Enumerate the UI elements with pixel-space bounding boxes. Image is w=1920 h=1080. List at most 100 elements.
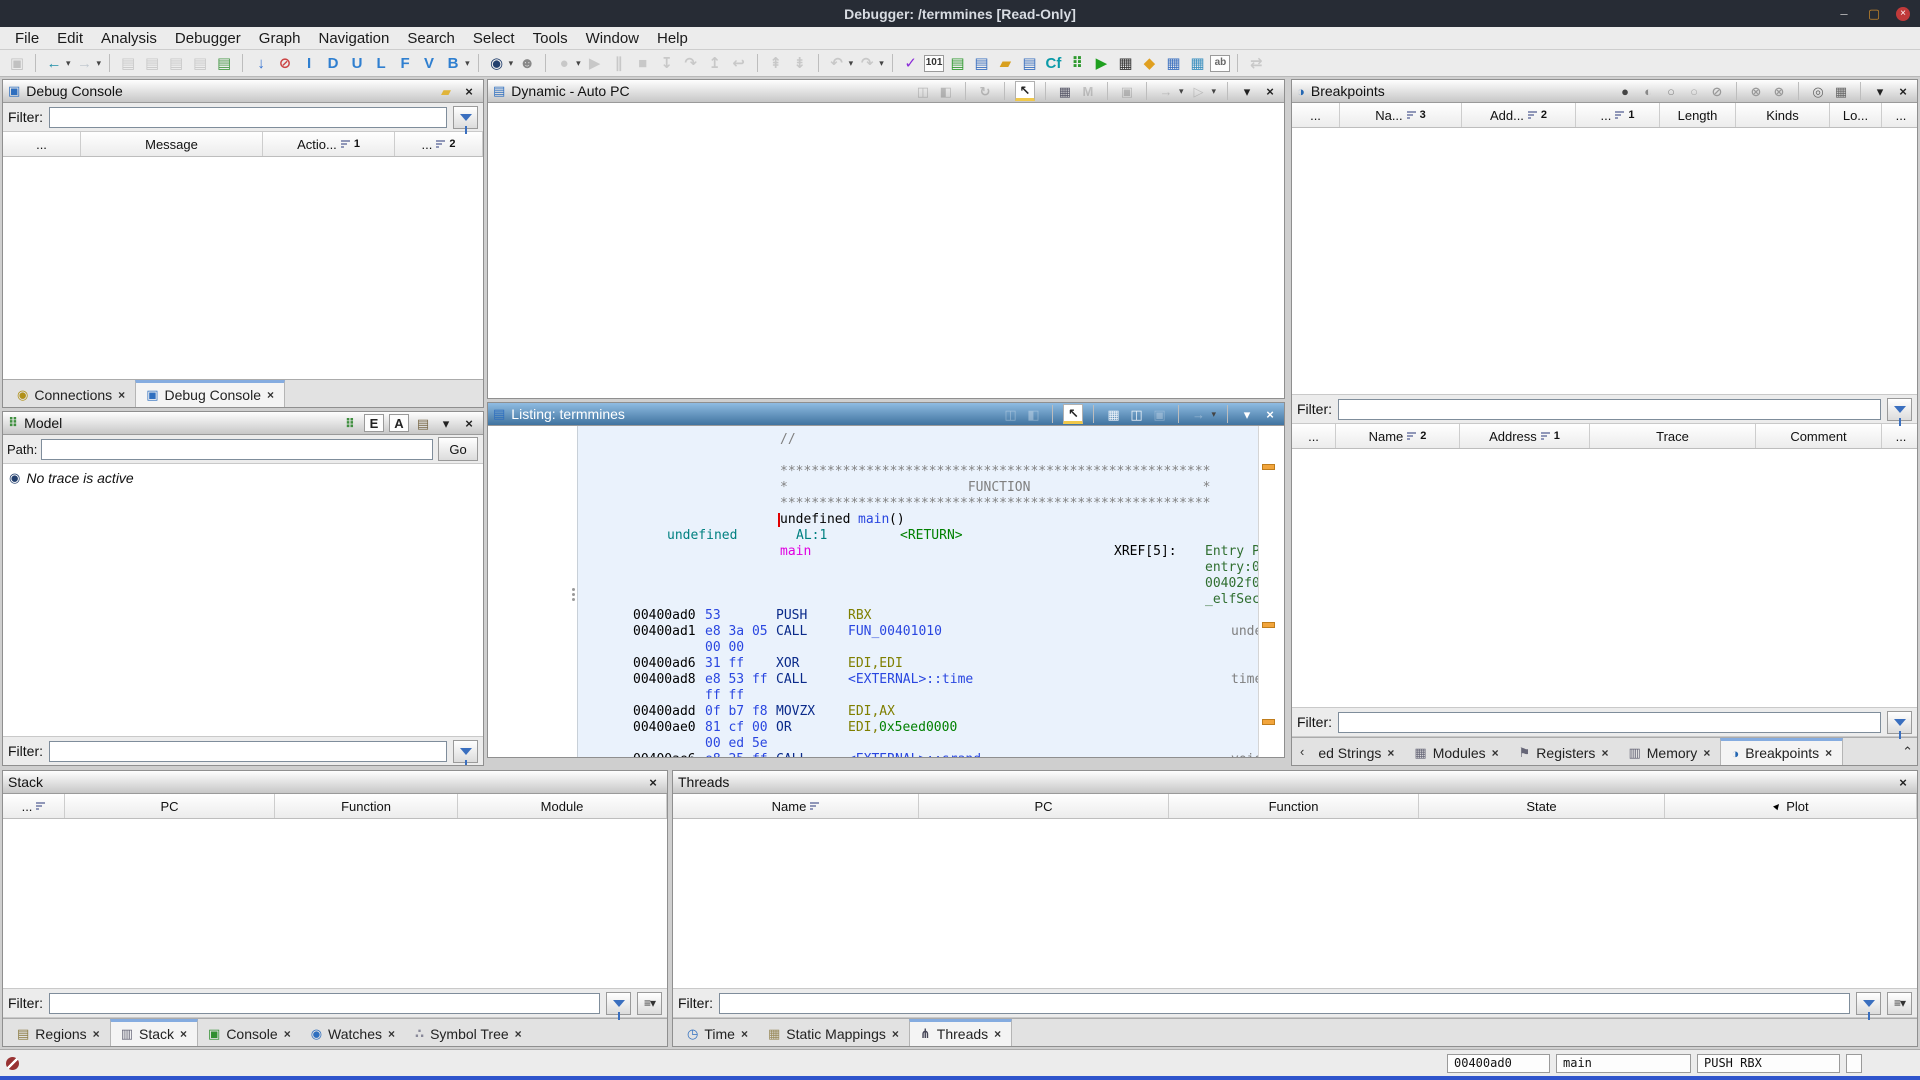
disable-breakpoint-icon[interactable]: ○ bbox=[1662, 83, 1680, 99]
listing-line[interactable]: _elfSec bbox=[578, 592, 1260, 608]
breakpoints-header[interactable]: ◑ Breakpoints ● ◐ ○ ○ ⊘ ⊗ ⊗ ◎ ▦ ▾ × bbox=[1292, 80, 1917, 103]
breakpoint-locations-table-body[interactable] bbox=[1292, 449, 1917, 707]
step-into-icon[interactable]: ↧ bbox=[656, 53, 678, 73]
tab-close-icon[interactable]: × bbox=[1703, 746, 1710, 760]
tab-connections[interactable]: ◉ Connections × bbox=[7, 380, 135, 407]
show-elements-icon[interactable]: E bbox=[364, 414, 384, 432]
tab-close-icon[interactable]: × bbox=[1492, 746, 1499, 760]
show-attributes-icon[interactable]: A bbox=[389, 414, 409, 432]
menu-search[interactable]: Search bbox=[398, 28, 464, 49]
column-header-lo[interactable]: Lo... bbox=[1830, 103, 1882, 127]
table-view-icon[interactable]: ▦ bbox=[1162, 53, 1184, 73]
listing-line[interactable]: 00400ad6 31 ff XOR EDI,EDI bbox=[578, 656, 1258, 672]
track-cursor-icon[interactable]: ↖ bbox=[1014, 81, 1035, 101]
debugger-launch-dropdown-icon[interactable]: ▾ bbox=[509, 58, 514, 69]
column-header-message[interactable]: Message bbox=[81, 132, 263, 156]
tab-scroll-left-button[interactable]: ‹ bbox=[1296, 738, 1308, 765]
listing-header[interactable]: ▤ Listing: termmines ◫ ◧ ↖ ▦ ◫ ▣ → ▾ ▾ × bbox=[488, 403, 1284, 426]
column-header-name[interactable]: Name bbox=[673, 794, 919, 818]
column-header-kinds[interactable]: Kinds bbox=[1736, 103, 1830, 127]
dynamic-header[interactable]: ▤ Dynamic - Auto PC ◫ ◧ ↻ ↖ ▦ M ▣ → ▾ ▷ ▾ ▾ × bbox=[488, 80, 1284, 103]
column-header-function[interactable]: Function bbox=[1169, 794, 1419, 818]
undo-dropdown-icon[interactable]: ▾ bbox=[849, 58, 854, 69]
tab-close-icon[interactable]: × bbox=[118, 388, 125, 402]
panel-close-icon[interactable]: × bbox=[1894, 774, 1912, 790]
listing-line[interactable]: ff ff bbox=[578, 688, 1258, 704]
menu-file[interactable]: File bbox=[6, 28, 48, 49]
tab-breakpoints[interactable]: ◑ Breakpoints × bbox=[1720, 738, 1844, 765]
goto-icon[interactable]: → bbox=[1189, 406, 1207, 422]
copy-icon[interactable]: ◫ bbox=[914, 83, 932, 99]
interrupt-icon[interactable]: ∥ bbox=[608, 53, 630, 73]
nav-forward-dropdown-icon[interactable]: ▾ bbox=[97, 58, 102, 69]
column-header-module[interactable]: Module bbox=[458, 794, 667, 818]
listing-line[interactable]: 00 ed 5e bbox=[578, 736, 1258, 752]
tab-threads[interactable]: ⋔ Threads × bbox=[908, 1019, 1013, 1046]
refresh-icon[interactable]: ↻ bbox=[976, 83, 994, 99]
tab-console[interactable]: ▣ Console × bbox=[198, 1019, 301, 1046]
listing-line[interactable]: undefined main() bbox=[578, 512, 1258, 528]
menu-debugger[interactable]: Debugger bbox=[166, 28, 250, 49]
go-button[interactable]: Go bbox=[438, 437, 478, 461]
swap-views-icon[interactable]: ⇄ bbox=[1245, 53, 1267, 73]
clipboard-icon[interactable]: ▤ bbox=[414, 415, 432, 431]
string-view-icon[interactable]: ab bbox=[1210, 54, 1231, 72]
tab-ed-strings[interactable]: ed Strings × bbox=[1308, 738, 1404, 765]
menu-tools[interactable]: Tools bbox=[524, 28, 577, 49]
undo-icon[interactable]: ↶ bbox=[826, 53, 848, 73]
tab-debug-console[interactable]: ▣ Debug Console × bbox=[135, 380, 286, 407]
pin-down-icon[interactable]: ↓ bbox=[250, 53, 272, 73]
nav-back-icon[interactable]: ← bbox=[43, 53, 65, 73]
filter-options-button[interactable] bbox=[453, 105, 478, 134]
column-header-actio[interactable]: Actio... 1 bbox=[263, 132, 395, 156]
program-3-icon[interactable]: ▤ bbox=[165, 53, 187, 73]
column-header-address[interactable]: Address 1 bbox=[1460, 424, 1590, 448]
tab-time[interactable]: ◷ Time × bbox=[677, 1019, 758, 1046]
symbol-table-icon[interactable]: ▤ bbox=[1018, 53, 1040, 73]
listing-line[interactable]: * FUNCTION * bbox=[578, 480, 1258, 496]
tab-close-icon[interactable]: × bbox=[93, 1027, 100, 1041]
panel-menu-icon[interactable]: ▾ bbox=[437, 415, 455, 431]
table-settings-button[interactable]: ≡▾ bbox=[637, 991, 662, 1015]
threads-filter-input[interactable] bbox=[719, 992, 1850, 1014]
goto-dropdown-icon[interactable]: ▾ bbox=[1211, 409, 1216, 420]
tab-close-icon[interactable]: × bbox=[892, 1027, 899, 1041]
filter-options-button[interactable] bbox=[453, 739, 478, 765]
model-header[interactable]: ⠿ Model ⠿ E A ▤ ▾ × bbox=[3, 412, 483, 435]
resume-icon[interactable]: ▶ bbox=[584, 53, 606, 73]
column-header-add[interactable]: Add... 2 bbox=[1462, 103, 1576, 127]
breakpoints-table-body[interactable] bbox=[1292, 128, 1917, 394]
disable-icon[interactable]: ⊘ bbox=[274, 53, 296, 73]
markup-d-icon[interactable]: D bbox=[322, 53, 344, 73]
save-icon[interactable]: ▣ bbox=[6, 53, 28, 73]
nav-forward-icon[interactable]: → bbox=[74, 53, 96, 73]
listing-line[interactable]: ****************************************… bbox=[578, 496, 1258, 512]
copy-icon[interactable]: ◫ bbox=[1001, 406, 1019, 422]
filter-options-button[interactable] bbox=[1887, 397, 1912, 426]
tab-close-icon[interactable]: × bbox=[180, 1027, 187, 1041]
listing-line[interactable]: 00400ad8 e8 53 ff CALL <EXTERNAL>::time time bbox=[578, 672, 1262, 688]
listing-line[interactable]: // bbox=[578, 432, 1258, 448]
listing-line[interactable]: entry:00 bbox=[578, 560, 1268, 576]
panel-menu-icon[interactable]: ▾ bbox=[1871, 83, 1889, 99]
markup-i-icon[interactable]: I bbox=[298, 53, 320, 73]
listing-line[interactable]: 00400ad0 53 PUSH RBX bbox=[578, 608, 1258, 624]
track-cursor-icon[interactable]: ↖ bbox=[1063, 404, 1084, 424]
column-header-pc[interactable]: PC bbox=[65, 794, 275, 818]
tab-overflow-button[interactable]: ⌃ bbox=[1898, 738, 1917, 765]
column-header-comment[interactable]: Comment bbox=[1756, 424, 1882, 448]
debugger-attach-icon[interactable]: ☻ bbox=[516, 53, 538, 73]
column-header-[interactable]: ... 2 bbox=[395, 132, 483, 156]
binary-view-icon[interactable]: 101 bbox=[923, 54, 945, 72]
tab-modules[interactable]: ▦ Modules × bbox=[1404, 738, 1508, 765]
paste-icon[interactable]: ◧ bbox=[937, 83, 955, 99]
paste-icon[interactable]: ◧ bbox=[1024, 406, 1042, 422]
debug-console-header[interactable]: ▣ Debug Console ▰ × bbox=[3, 80, 483, 103]
console-cf-icon[interactable]: Cf bbox=[1042, 53, 1064, 73]
markup-f-icon[interactable]: F bbox=[394, 53, 416, 73]
model-filter-input[interactable] bbox=[49, 740, 447, 762]
panel-menu-icon[interactable]: ▾ bbox=[1238, 406, 1256, 422]
menu-navigation[interactable]: Navigation bbox=[309, 28, 398, 49]
project-folder-icon[interactable]: ▰ bbox=[994, 53, 1016, 73]
menu-select[interactable]: Select bbox=[464, 28, 524, 49]
